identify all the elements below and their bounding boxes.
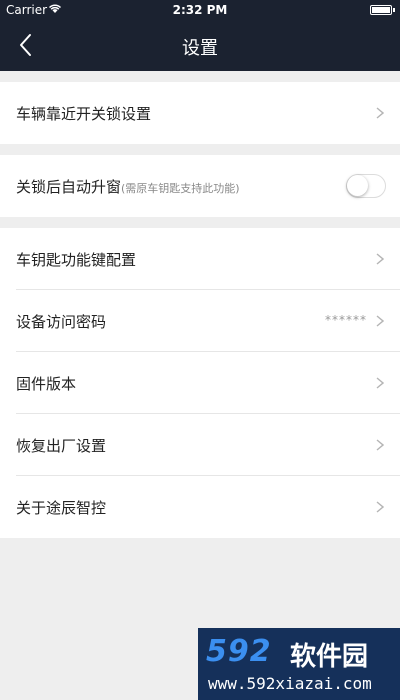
- settings-group-window: 关锁后自动升窗(需原车钥匙支持此功能): [0, 155, 400, 217]
- row-device-password[interactable]: 设备访问密码 ******: [0, 290, 400, 352]
- row-label: 关锁后自动升窗(需原车钥匙支持此功能): [16, 176, 240, 197]
- row-about[interactable]: 关于途辰智控: [0, 476, 400, 538]
- watermark-brand-text: 软件园: [290, 642, 369, 672]
- chevron-right-icon: [376, 377, 384, 389]
- settings-group-device: 车钥匙功能键配置 设备访问密码 ****** 固件版本 恢复出厂设置 关于途辰智…: [0, 228, 400, 538]
- row-label: 关于途辰智控: [16, 499, 107, 517]
- status-bar: Carrier 2:32 PM: [0, 0, 400, 20]
- row-auto-window-up: 关锁后自动升窗(需原车钥匙支持此功能): [0, 155, 400, 217]
- row-label: 恢复出厂设置: [16, 437, 107, 455]
- row-proximity-lock-settings[interactable]: 车辆靠近开关锁设置: [0, 82, 400, 144]
- row-key-function-config[interactable]: 车钥匙功能键配置: [0, 228, 400, 290]
- row-label-text: 关锁后自动升窗: [16, 178, 122, 196]
- chevron-right-icon: [376, 107, 384, 119]
- row-factory-reset[interactable]: 恢复出厂设置: [0, 414, 400, 476]
- battery-icon: [370, 5, 395, 15]
- row-label: 车钥匙功能键配置: [16, 251, 137, 269]
- watermark-brand-number: 592: [206, 634, 272, 669]
- toggle-knob: [347, 175, 368, 196]
- row-label: 车辆靠近开关锁设置: [16, 105, 152, 123]
- row-firmware-version[interactable]: 固件版本: [0, 352, 400, 414]
- status-time: 2:32 PM: [172, 3, 228, 17]
- password-value: ******: [325, 313, 367, 327]
- watermark-url: www.592xiazai.com: [208, 674, 372, 693]
- row-label: 固件版本: [16, 375, 77, 393]
- chevron-right-icon: [376, 315, 384, 327]
- auto-window-toggle[interactable]: [346, 174, 386, 198]
- chevron-right-icon: [376, 439, 384, 451]
- settings-group-proximity: 车辆靠近开关锁设置: [0, 82, 400, 144]
- nav-bar: 设置: [0, 20, 400, 71]
- watermark: 592 软件园 www.592xiazai.com: [198, 628, 400, 700]
- row-label: 设备访问密码: [16, 313, 107, 331]
- page-title: 设置: [182, 38, 218, 59]
- chevron-right-icon: [376, 253, 384, 265]
- row-hint: (需原车钥匙支持此功能): [121, 182, 240, 195]
- chevron-right-icon: [376, 501, 384, 513]
